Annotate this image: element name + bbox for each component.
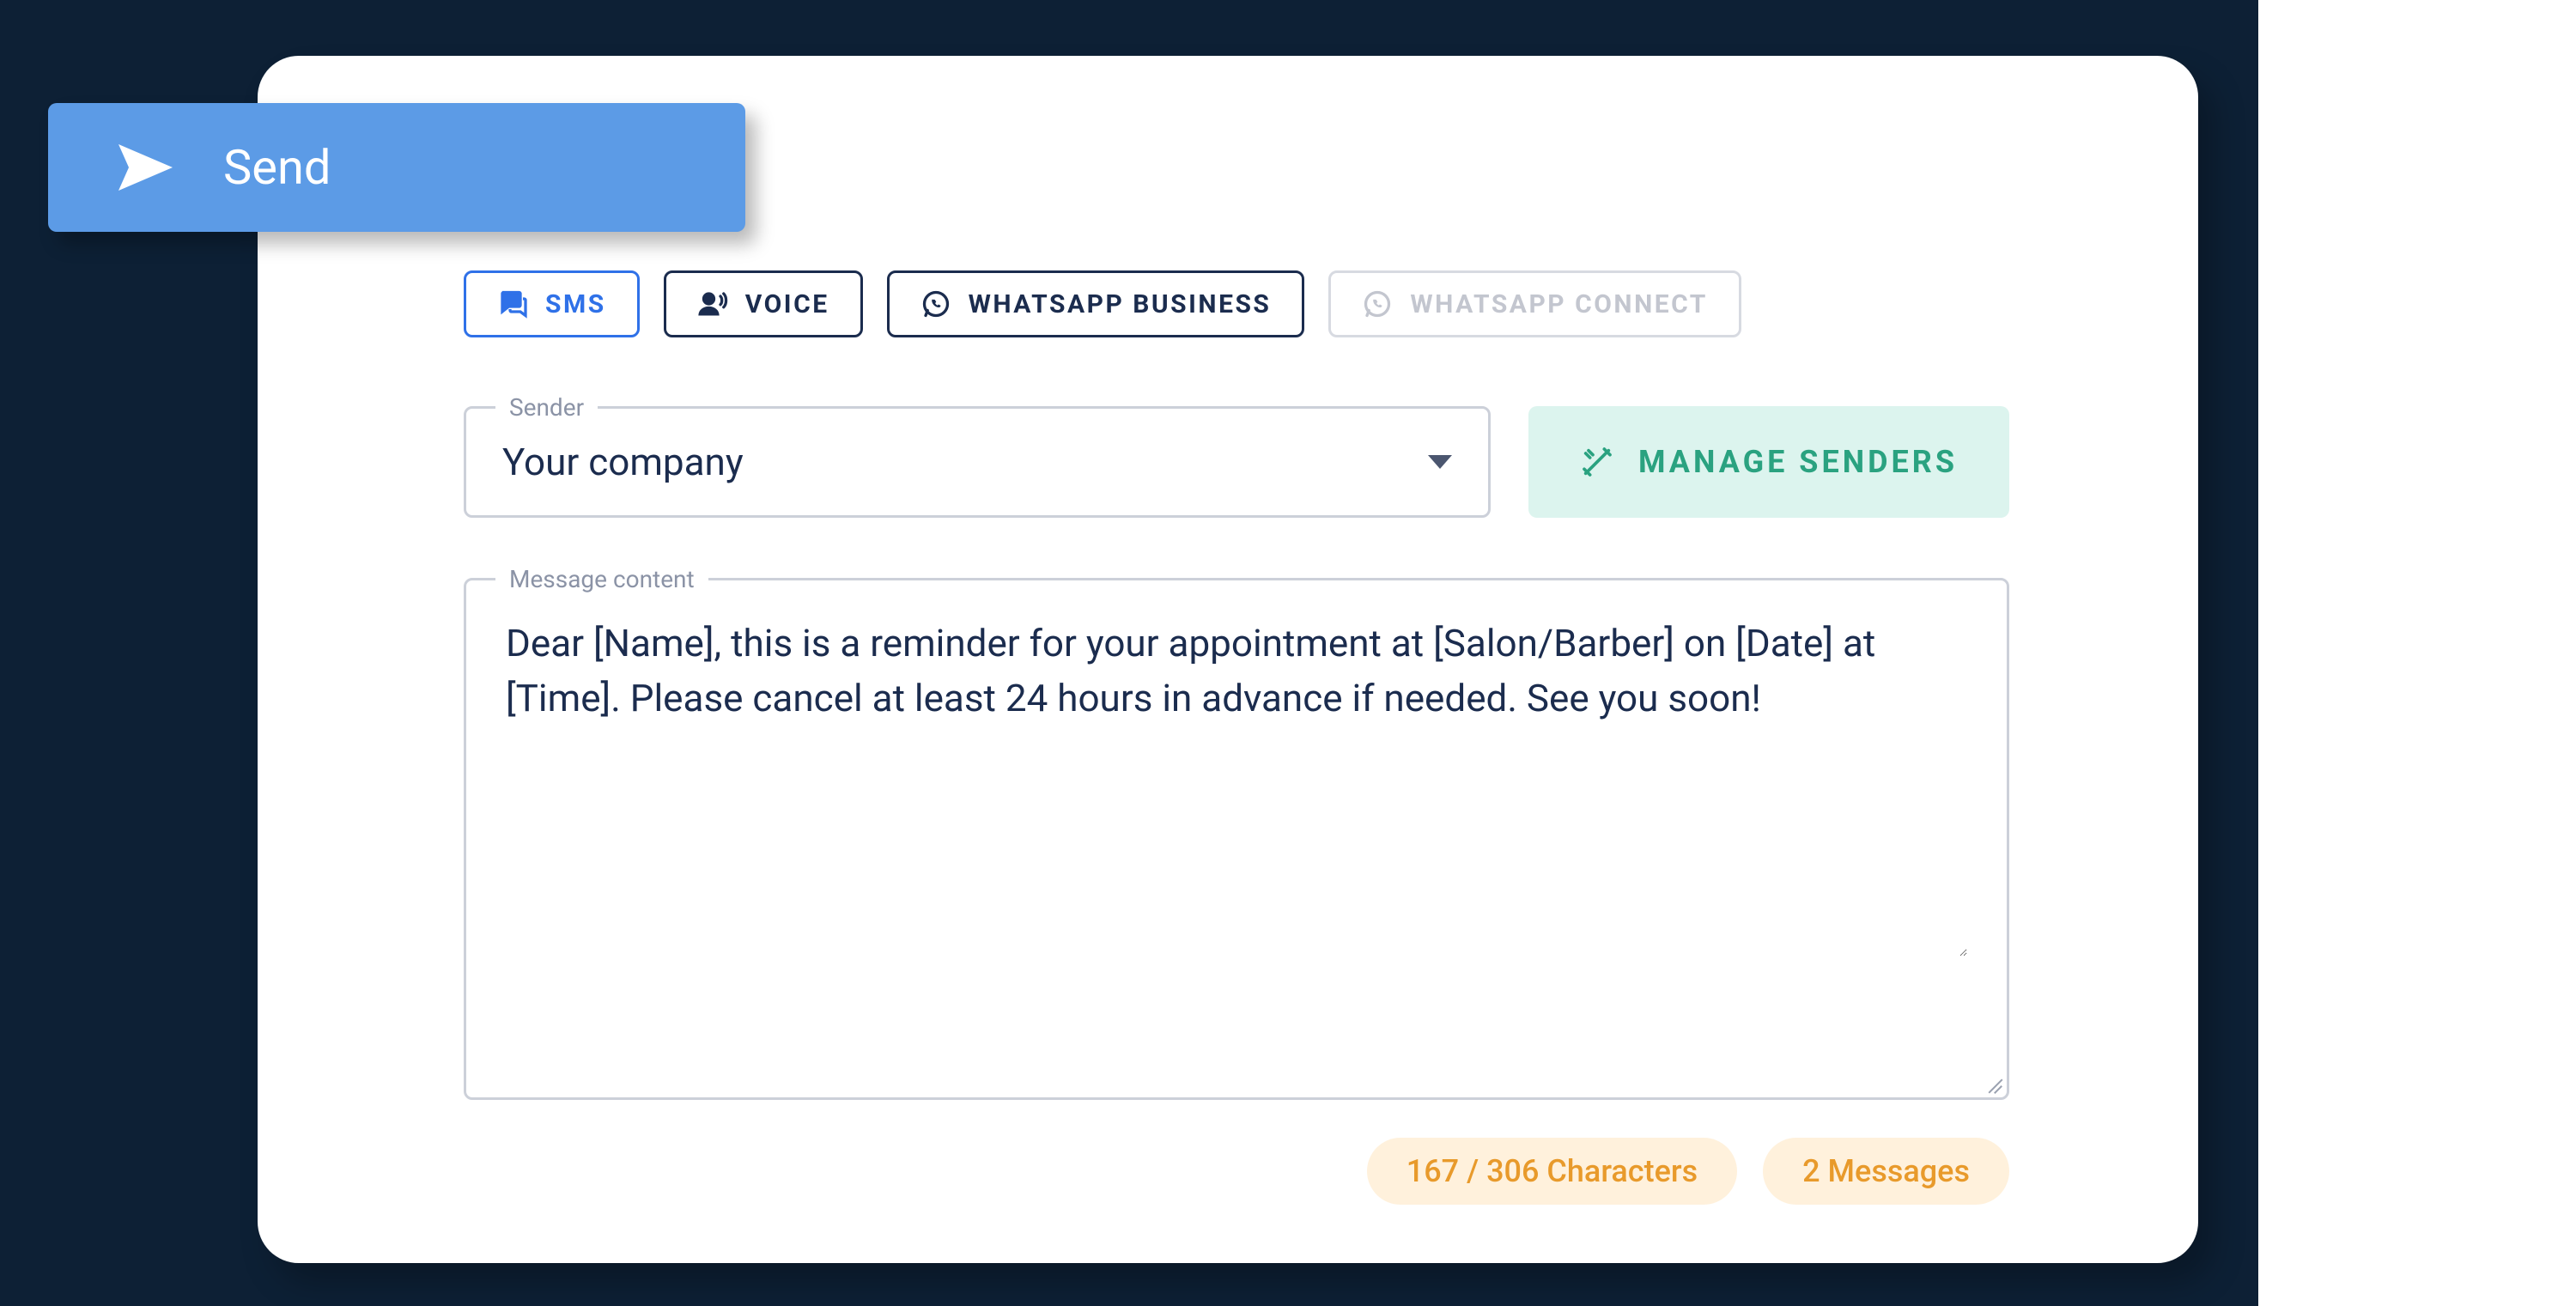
manage-senders-label: MANAGE SENDERS	[1638, 444, 1958, 480]
voice-icon	[697, 289, 728, 319]
tab-whatsapp-connect-label: WHATSAPP CONNECT	[1410, 289, 1707, 319]
tab-sms[interactable]: SMS	[464, 270, 640, 337]
send-button[interactable]: Send	[48, 103, 745, 232]
message-count-badge: 2 Messages	[1763, 1138, 2009, 1205]
chevron-down-icon	[1428, 455, 1452, 469]
message-content-field: Message content	[464, 578, 2009, 1100]
tab-voice[interactable]: VOICE	[664, 270, 863, 337]
resize-handle-icon	[1981, 1072, 2002, 1092]
message-textarea[interactable]	[506, 617, 1967, 957]
sender-row: Sender Your company MANAGE SENDERS	[464, 406, 2009, 518]
tab-whatsapp-business-label: WHATSAPP BUSINESS	[969, 289, 1272, 319]
tab-voice-label: VOICE	[745, 289, 829, 319]
tab-sms-label: SMS	[545, 289, 606, 319]
channel-tabs: SMS VOICE WHATSAPP BUSINESS WHATSAPP CON…	[464, 270, 2009, 337]
sms-icon	[497, 289, 528, 319]
send-icon	[113, 137, 175, 198]
whatsapp-icon	[1362, 289, 1393, 319]
tools-icon	[1580, 445, 1614, 479]
sender-value: Your company	[502, 440, 744, 484]
tab-whatsapp-business[interactable]: WHATSAPP BUSINESS	[887, 270, 1305, 337]
message-legend: Message content	[495, 565, 708, 593]
manage-senders-button[interactable]: MANAGE SENDERS	[1528, 406, 2009, 518]
status-badges: 167 / 306 Characters 2 Messages	[464, 1138, 2009, 1205]
character-count-badge: 167 / 306 Characters	[1367, 1138, 1737, 1205]
compose-card: SMS VOICE WHATSAPP BUSINESS WHATSAPP CON…	[258, 56, 2198, 1263]
sender-legend: Sender	[495, 393, 598, 422]
tab-whatsapp-connect: WHATSAPP CONNECT	[1328, 270, 1741, 337]
send-button-label: Send	[223, 139, 331, 196]
sender-select[interactable]: Sender Your company	[464, 406, 1491, 518]
whatsapp-icon	[920, 289, 951, 319]
